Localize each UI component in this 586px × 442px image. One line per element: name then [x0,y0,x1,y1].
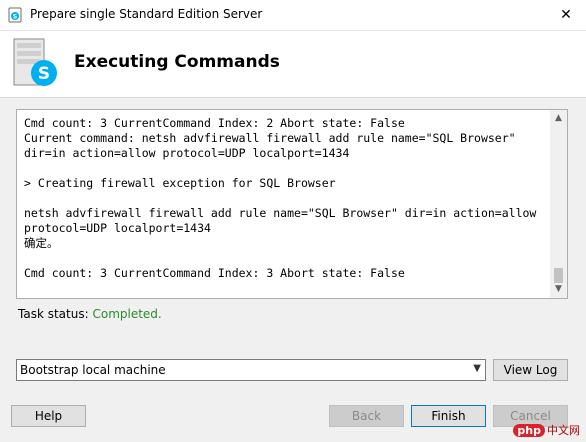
page-heading: Executing Commands [74,52,280,72]
finish-button[interactable]: Finish [411,405,486,427]
skype-for-business-server-icon: S [13,38,57,86]
title-bar: S Prepare single Standard Edition Server… [0,0,586,31]
back-button[interactable]: Back [329,405,404,427]
svg-text:S: S [38,64,50,84]
watermark: php 中文网 [513,422,580,438]
task-select[interactable]: Bootstrap local machine ▼ [16,359,486,381]
command-log[interactable]: Cmd count: 3 CurrentCommand Index: 2 Abo… [16,109,568,299]
task-status-value: Completed. [92,307,162,321]
watermark-text: 中文网 [547,424,580,437]
log-text: Cmd count: 3 CurrentCommand Index: 2 Abo… [24,116,537,280]
chevron-down-icon[interactable]: ▼ [473,363,481,374]
log-scrollbar[interactable]: ▲ ▼ [550,110,567,298]
skype-server-icon: S [8,7,22,23]
scroll-down-icon[interactable]: ▼ [550,281,567,298]
svg-text:S: S [13,14,17,21]
scroll-up-icon[interactable]: ▲ [550,110,567,127]
wizard-header: S Executing Commands [0,31,586,98]
view-log-button[interactable]: View Log [493,359,568,381]
watermark-badge: php [513,424,545,437]
task-status: Task status: Completed. [18,307,162,321]
close-button[interactable]: ✕ [546,0,586,30]
help-button[interactable]: Help [11,405,86,427]
task-status-label: Task status: [18,307,89,321]
window-title: Prepare single Standard Edition Server [30,7,263,21]
task-select-value: Bootstrap local machine [20,363,166,377]
